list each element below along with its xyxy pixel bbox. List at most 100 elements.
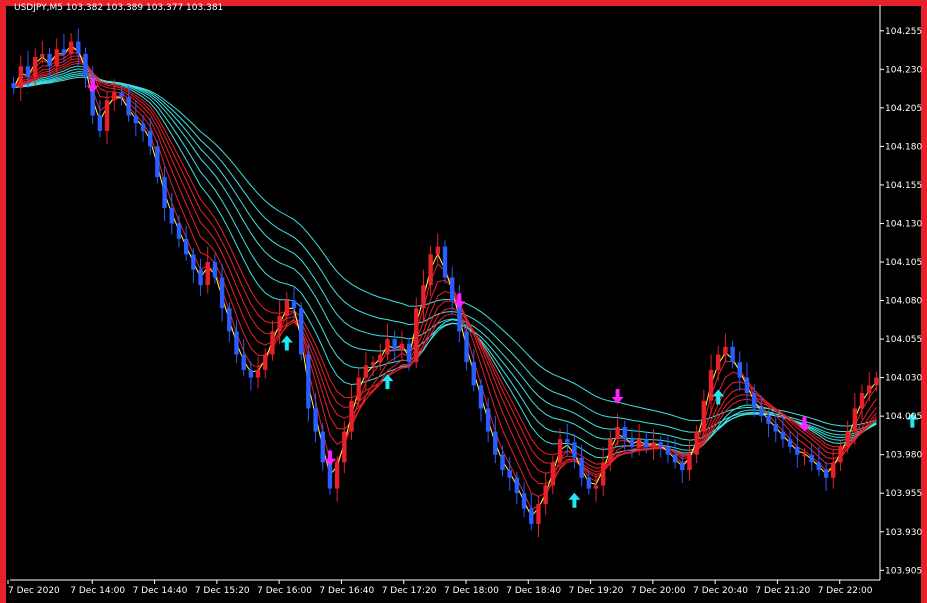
candle-body bbox=[284, 300, 290, 316]
x-tick-label: 7 Dec 20:40 bbox=[693, 586, 748, 596]
candle-body bbox=[68, 41, 74, 54]
candle-body bbox=[25, 66, 31, 78]
candle-body bbox=[414, 308, 419, 363]
x-tick-label: 7 Dec 2020 bbox=[8, 586, 60, 596]
price-chart[interactable]: 104.255 104.230 104.205 104.180 104.155 104.1… bbox=[0, 0, 927, 603]
y-tick-label: 103.955 bbox=[885, 489, 922, 499]
candle-body bbox=[291, 300, 297, 309]
y-axis-labels: 104.255 104.230 104.205 104.180 104.155 104.1… bbox=[880, 27, 922, 576]
candle-body bbox=[651, 442, 656, 447]
x-tick-label: 7 Dec 17:20 bbox=[382, 586, 437, 596]
candle-body bbox=[787, 439, 793, 447]
candle-body bbox=[795, 446, 800, 455]
x-tick-label: 7 Dec 21:20 bbox=[755, 586, 810, 596]
candle-body bbox=[428, 254, 433, 286]
candle-body bbox=[672, 454, 678, 463]
candle-body bbox=[406, 343, 412, 363]
y-tick-label: 103.905 bbox=[885, 566, 922, 576]
candle-body bbox=[83, 53, 88, 78]
candle-body bbox=[76, 41, 81, 54]
candle-body bbox=[874, 377, 879, 386]
x-tick-label: 7 Dec 18:40 bbox=[506, 586, 561, 596]
candle-body bbox=[701, 400, 707, 432]
candle-body bbox=[306, 354, 311, 409]
candle-body bbox=[140, 123, 146, 131]
x-axis-labels: 7 Dec 2020 7 Dec 14:00 7 Dec 14:40 7 Dec 15… bbox=[7, 580, 873, 596]
candle-body bbox=[600, 462, 606, 486]
candle-body bbox=[104, 100, 110, 131]
candle-body bbox=[40, 53, 45, 57]
candle-body bbox=[313, 408, 318, 432]
candle-body bbox=[500, 454, 505, 471]
candle-body bbox=[636, 439, 642, 447]
candle-body bbox=[716, 354, 721, 370]
candle-body bbox=[370, 362, 376, 366]
candle-body bbox=[831, 462, 836, 478]
candle-body bbox=[392, 339, 397, 350]
candle-body bbox=[680, 462, 685, 471]
candle-body bbox=[608, 439, 613, 463]
candle-body bbox=[773, 423, 778, 432]
candle-body bbox=[536, 504, 541, 525]
candle-body bbox=[586, 477, 592, 489]
candle-body bbox=[687, 454, 692, 471]
y-tick-label: 104.180 bbox=[885, 142, 922, 152]
candle-body bbox=[644, 439, 649, 447]
candle-body bbox=[169, 208, 174, 224]
candle-body bbox=[277, 315, 282, 332]
candle-body bbox=[399, 343, 405, 350]
candle-body bbox=[514, 477, 520, 494]
candle-body bbox=[155, 146, 160, 178]
x-tick-label: 7 Dec 14:40 bbox=[133, 586, 188, 596]
candle-body bbox=[478, 385, 484, 409]
candle-body bbox=[507, 470, 512, 478]
candle-body bbox=[327, 462, 333, 489]
candle-body bbox=[356, 377, 361, 401]
candle-body bbox=[845, 431, 850, 447]
y-tick-label: 104.155 bbox=[885, 181, 922, 191]
candle-body bbox=[550, 462, 556, 486]
candle-body bbox=[119, 92, 124, 98]
candle-body bbox=[442, 246, 448, 278]
candles[interactable] bbox=[11, 28, 879, 538]
candle-body bbox=[234, 331, 239, 355]
candle-body bbox=[485, 408, 491, 432]
y-tick-label: 103.930 bbox=[885, 528, 922, 538]
candle-body bbox=[133, 115, 139, 124]
candle-body bbox=[449, 277, 455, 301]
candle-body bbox=[248, 369, 254, 378]
x-tick-label: 7 Dec 16:40 bbox=[319, 586, 374, 596]
y-tick-label: 104.255 bbox=[885, 27, 922, 37]
x-tick-label: 7 Dec 14:00 bbox=[70, 586, 125, 596]
candle-body bbox=[298, 308, 304, 355]
candle-body bbox=[780, 431, 786, 440]
candle-body bbox=[766, 416, 771, 424]
candle-body bbox=[270, 331, 275, 355]
up-arrow-icon bbox=[568, 492, 581, 508]
candle-body bbox=[744, 377, 750, 394]
candle-body bbox=[565, 439, 570, 443]
candle-body bbox=[730, 346, 735, 363]
y-tick-label: 104.030 bbox=[885, 374, 922, 384]
candle-body bbox=[529, 508, 534, 525]
candle-body bbox=[572, 442, 577, 458]
x-tick-label: 7 Dec 19:20 bbox=[569, 586, 624, 596]
candle-body bbox=[334, 462, 340, 489]
y-tick-label: 104.105 bbox=[885, 258, 922, 268]
y-tick-label: 104.230 bbox=[885, 65, 922, 75]
y-tick-label: 104.205 bbox=[885, 104, 922, 114]
y-tick-label: 104.080 bbox=[885, 297, 922, 307]
candle-body bbox=[665, 446, 671, 455]
candle-body bbox=[11, 83, 16, 88]
candle-body bbox=[342, 431, 347, 463]
y-tick-label: 104.005 bbox=[885, 412, 922, 422]
candle-body bbox=[349, 400, 354, 432]
candle-body bbox=[759, 408, 764, 417]
y-tick-label: 103.980 bbox=[885, 451, 922, 461]
x-tick-label: 7 Dec 22:00 bbox=[818, 586, 873, 596]
candle-body bbox=[543, 485, 548, 505]
candle-body bbox=[32, 56, 38, 78]
candle-body bbox=[521, 493, 527, 509]
candle-body bbox=[385, 339, 390, 355]
candle-body bbox=[227, 308, 232, 332]
